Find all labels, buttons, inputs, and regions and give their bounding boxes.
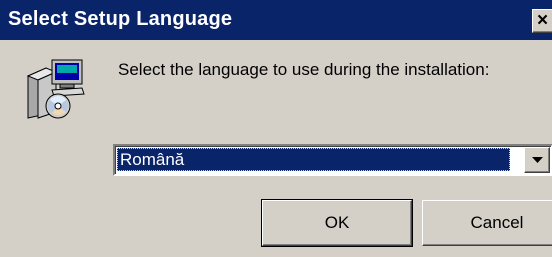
title-bar[interactable]: Select Setup Language × [0, 0, 552, 40]
cancel-button-label: Cancel [470, 213, 524, 232]
dropdown-button[interactable] [524, 147, 550, 173]
close-button[interactable]: × [532, 9, 552, 33]
language-select-value[interactable]: Română [117, 148, 510, 171]
close-icon: × [537, 10, 549, 31]
select-setup-language-dialog: Select Setup Language × Select the langu… [0, 0, 552, 257]
window-title: Select Setup Language [8, 8, 233, 30]
language-select[interactable]: Română [113, 144, 552, 176]
language-prompt: Select the language to use during the in… [118, 60, 490, 79]
ok-button-label: OK [324, 213, 350, 232]
setup-installer-icon [22, 54, 88, 120]
cancel-button[interactable]: Cancel [422, 200, 552, 246]
ok-button[interactable]: OK [261, 199, 413, 247]
chevron-down-icon [532, 157, 543, 163]
